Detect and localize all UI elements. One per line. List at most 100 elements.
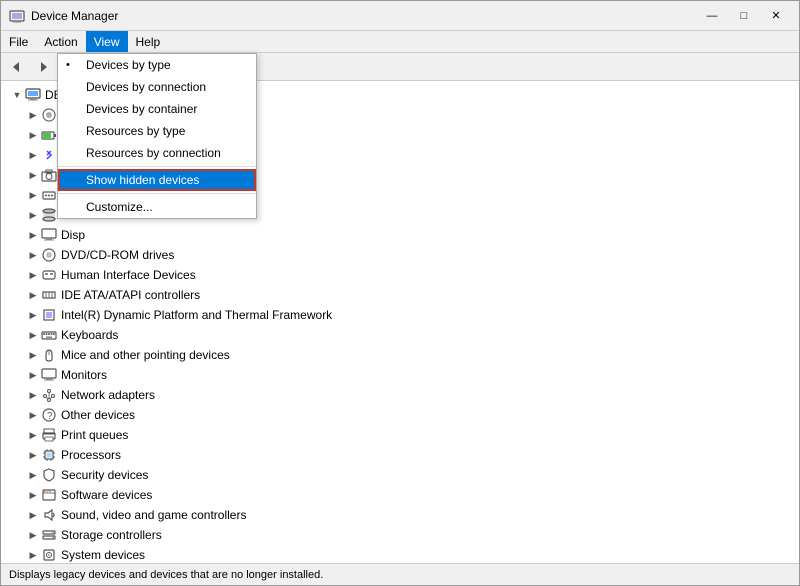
device-manager-window: Device Manager — □ ✕ File Action View He… [0,0,800,586]
expand-icon-bluetooth: ▶ [25,150,41,161]
tree-item-keyboards[interactable]: ▶ Keyboards [1,325,799,345]
battery-icon [41,127,57,143]
dropdown-devices-by-connection[interactable]: Devices by connection [58,76,256,98]
expand-icon-disk: ▶ [25,210,41,221]
expand-icon-cameras: ▶ [25,170,41,181]
menu-action[interactable]: Action [36,31,85,52]
dropdown-separator-2 [58,193,256,194]
expand-icon-hid: ▶ [25,270,41,281]
title-controls: — □ ✕ [697,6,791,26]
maximize-button[interactable]: □ [729,6,759,26]
dropdown-devices-by-type[interactable]: • Devices by type [58,54,256,76]
expand-icon-system: ▶ [25,550,41,561]
forward-button[interactable] [31,56,55,78]
tree-item-processors[interactable]: ▶ Processors [1,445,799,465]
expand-icon-audio: ▶ [25,110,41,121]
svg-text:?: ? [47,411,53,422]
expand-icon-desktop: ▼ [9,90,25,100]
software-label: Software devices [61,488,152,502]
tree-item-hid[interactable]: ▶ Human Interface Devices [1,265,799,285]
dropdown-resources-by-type[interactable]: Resources by type [58,120,256,142]
expand-icon-other: ▶ [25,410,41,421]
storage-label: Storage controllers [61,528,162,542]
network-label: Network adapters [61,388,155,402]
disk-icon [41,207,57,223]
expand-icon-batteries: ▶ [25,130,41,141]
other-icon: ? [41,407,57,423]
keyboards-label: Keyboards [61,328,118,342]
expand-icon-security: ▶ [25,470,41,481]
dropdown-customize[interactable]: Customize... [58,196,256,218]
back-button[interactable] [5,56,29,78]
tree-item-intel[interactable]: ▶ Intel(R) Dynamic Platform and Thermal … [1,305,799,325]
comport-icon [41,187,57,203]
tree-item-system[interactable]: ▶ System devices [1,545,799,563]
sound-icon [41,507,57,523]
processors-icon [41,447,57,463]
tree-item-display[interactable]: ▶ Disp [1,225,799,245]
print-icon [41,427,57,443]
expand-icon-keyboards: ▶ [25,330,41,341]
tree-item-security[interactable]: ▶ Security devices [1,465,799,485]
expand-icon-mice: ▶ [25,350,41,361]
keyboard-icon [41,327,57,343]
tree-item-ide[interactable]: ▶ IDE ATA/ATAPI controllers [1,285,799,305]
audio-icon [41,107,57,123]
sound-label: Sound, video and game controllers [61,508,246,522]
intel-label: Intel(R) Dynamic Platform and Thermal Fr… [61,308,332,322]
security-icon [41,467,57,483]
camera-icon [41,167,57,183]
security-label: Security devices [61,468,148,482]
system-label: System devices [61,548,145,562]
system-icon [41,547,57,563]
tree-item-monitors[interactable]: ▶ Monitors [1,365,799,385]
expand-icon-processors: ▶ [25,450,41,461]
menu-help[interactable]: Help [128,31,169,52]
expand-icon-com: ▶ [25,190,41,201]
menu-file[interactable]: File [1,31,36,52]
dropdown-separator-1 [58,166,256,167]
close-button[interactable]: ✕ [761,6,791,26]
ide-icon [41,287,57,303]
dropdown-devices-by-container[interactable]: Devices by container [58,98,256,120]
hid-label: Human Interface Devices [61,268,196,282]
expand-icon-intel: ▶ [25,310,41,321]
dropdown-resources-by-connection[interactable]: Resources by connection [58,142,256,164]
monitors-label: Monitors [61,368,107,382]
expand-icon-print: ▶ [25,430,41,441]
view-dropdown-menu: • Devices by type Devices by connection … [57,53,257,219]
title-bar: Device Manager — □ ✕ [1,1,799,31]
display-icon [41,227,57,243]
expand-icon-software: ▶ [25,490,41,501]
expand-icon-display: ▶ [25,230,41,241]
tree-item-network[interactable]: ▶ Network adapters [1,385,799,405]
print-label: Print queues [61,428,128,442]
tree-item-mice[interactable]: ▶ Mice and other pointing devices [1,345,799,365]
hid-icon [41,267,57,283]
expand-icon-storage: ▶ [25,530,41,541]
dropdown-show-hidden[interactable]: Show hidden devices [58,169,256,191]
tree-item-storage[interactable]: ▶ Storage controllers [1,525,799,545]
menu-view[interactable]: View [86,31,128,52]
check-icon: • [66,59,70,71]
status-bar: Displays legacy devices and devices that… [1,563,799,585]
bluetooth-icon [41,147,57,163]
tree-item-print[interactable]: ▶ Print queues [1,425,799,445]
minimize-button[interactable]: — [697,6,727,26]
tree-item-sound[interactable]: ▶ Sound, video and game controllers [1,505,799,525]
network-icon [41,387,57,403]
tree-item-other[interactable]: ▶ ? Other devices [1,405,799,425]
computer-icon [25,87,41,103]
status-text: Displays legacy devices and devices that… [9,569,323,581]
display-label: Disp [61,228,85,242]
storage-icon [41,527,57,543]
tree-item-dvd[interactable]: ▶ DVD/CD-ROM drives [1,245,799,265]
title-bar-left: Device Manager [9,8,118,24]
other-label: Other devices [61,408,135,422]
software-icon [41,487,57,503]
tree-item-software[interactable]: ▶ Software devices [1,485,799,505]
dvd-icon [41,247,57,263]
expand-icon-network: ▶ [25,390,41,401]
monitors-icon [41,367,57,383]
expand-icon-ide: ▶ [25,290,41,301]
